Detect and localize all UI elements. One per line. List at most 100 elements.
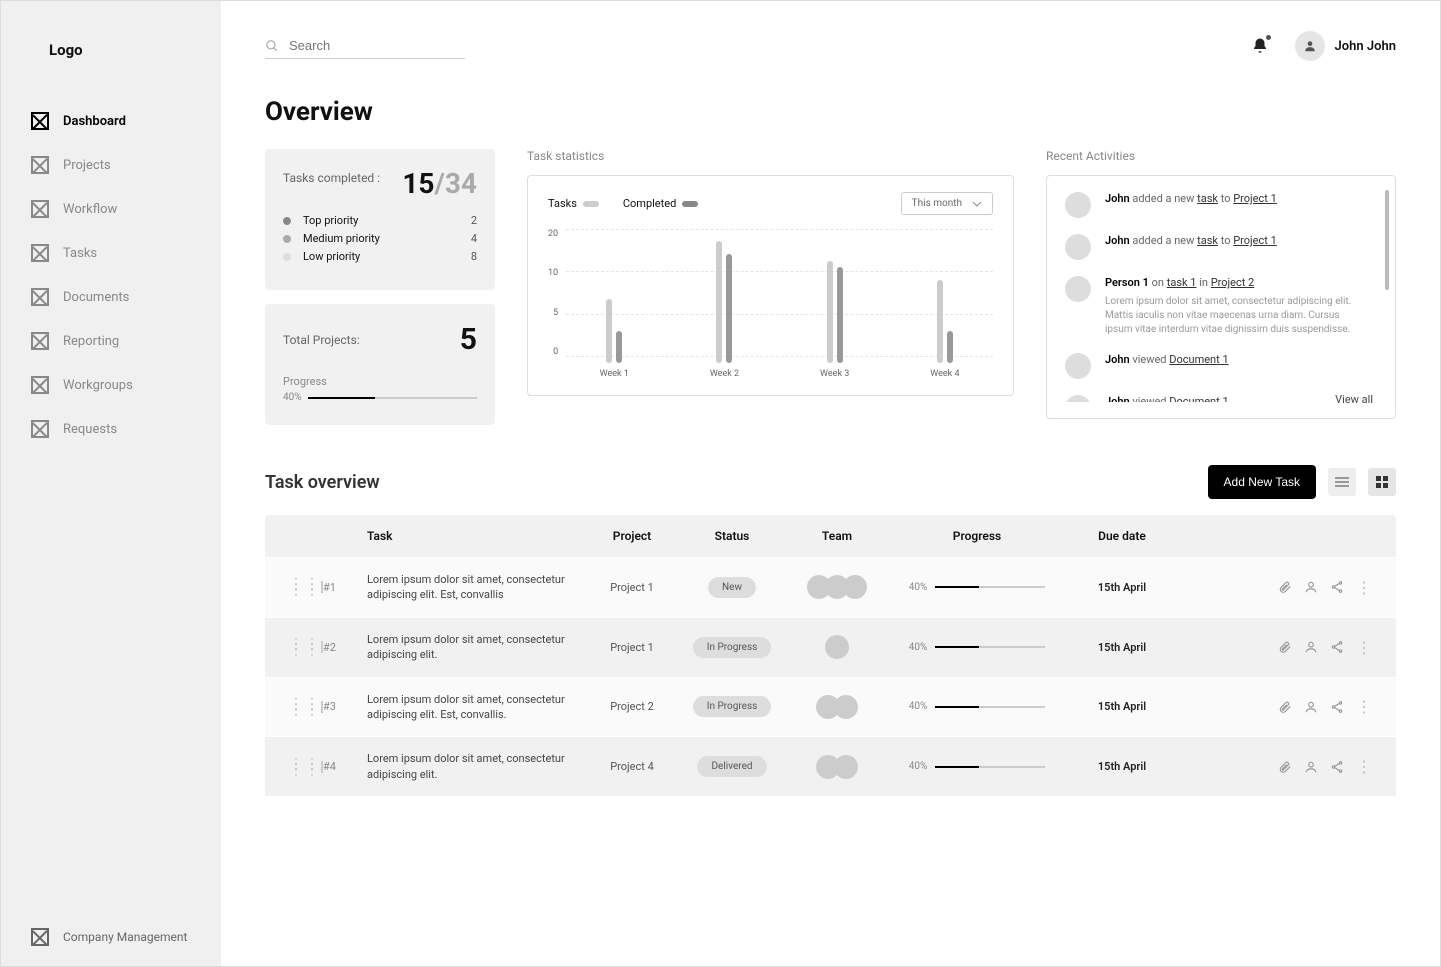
bell-icon (1251, 37, 1269, 55)
status-badge: New (708, 577, 756, 598)
user-icon[interactable] (1304, 700, 1318, 714)
status-badge: Delivered (697, 756, 766, 777)
nav-label: Requests (63, 422, 117, 437)
logo: Logo (1, 41, 221, 99)
activity-avatar (1065, 395, 1091, 402)
company-icon (31, 928, 49, 946)
grid-view-toggle[interactable] (1368, 468, 1396, 496)
notification-dot (1266, 35, 1271, 40)
table-row[interactable]: ⋮⋮⋮⋮#1Lorem ipsum dolor sit amet, consec… (265, 557, 1396, 617)
activity-item: John viewed Document 1 (1065, 353, 1365, 379)
more-icon[interactable]: ⋮ (1356, 638, 1372, 657)
more-icon[interactable]: ⋮ (1356, 757, 1372, 776)
bar-group: Week 2 (676, 235, 772, 379)
total-projects-card: Total Projects: 5 Progress 40% (265, 304, 495, 425)
sidebar-item-documents[interactable]: Documents (31, 275, 191, 319)
drag-handle[interactable]: ⋮⋮⋮⋮ (289, 581, 323, 593)
search[interactable] (265, 34, 465, 59)
more-icon[interactable]: ⋮ (1356, 578, 1372, 597)
nav-icon (31, 156, 49, 174)
user-icon[interactable] (1304, 760, 1318, 774)
stats-title: Task statistics (527, 149, 1014, 163)
user-icon[interactable] (1304, 580, 1318, 594)
nav-label: Workgroups (63, 378, 133, 393)
list-icon (1335, 477, 1349, 487)
tasks-completed-label: Tasks completed : (283, 171, 380, 185)
sidebar-item-dashboard[interactable]: Dashboard (31, 99, 191, 143)
attachment-icon[interactable] (1278, 640, 1292, 654)
share-icon[interactable] (1330, 640, 1344, 654)
sidebar-item-workgroups[interactable]: Workgroups (31, 363, 191, 407)
share-icon[interactable] (1330, 700, 1344, 714)
table-row[interactable]: ⋮⋮⋮⋮#3Lorem ipsum dolor sit amet, consec… (265, 677, 1396, 737)
list-view-toggle[interactable] (1328, 468, 1356, 496)
task-id: #3 (323, 700, 367, 713)
attachment-icon[interactable] (1278, 580, 1292, 594)
topbar: John John (265, 31, 1396, 61)
bar-group: Week 4 (897, 235, 993, 379)
view-all-link[interactable]: View all (1335, 393, 1373, 406)
attachment-icon[interactable] (1278, 700, 1292, 714)
user-name: John John (1335, 39, 1396, 54)
team-avatar (843, 575, 867, 599)
drag-handle[interactable]: ⋮⋮⋮⋮ (289, 701, 323, 713)
tasks-completed-card: Tasks completed : 15/34 Top priority2Med… (265, 149, 495, 290)
due-date: 15th April (1067, 700, 1177, 713)
task-name: Lorem ipsum dolor sit amet, consectetur … (367, 632, 587, 663)
task-id: #1 (323, 581, 367, 594)
progress-bar (935, 706, 1045, 708)
sidebar-item-tasks[interactable]: Tasks (31, 231, 191, 275)
priority-dot (283, 235, 291, 243)
search-input[interactable] (289, 38, 465, 53)
priority-row: Low priority8 (283, 250, 477, 263)
avatar (1295, 31, 1325, 61)
period-select[interactable]: This month (901, 192, 993, 215)
task-project: Project 4 (587, 760, 677, 773)
progress-bar (935, 586, 1045, 588)
more-icon[interactable]: ⋮ (1356, 697, 1372, 716)
drag-handle[interactable]: ⋮⋮⋮⋮ (289, 761, 323, 773)
total-projects-value: 5 (460, 322, 477, 357)
nav-icon (31, 376, 49, 394)
task-name: Lorem ipsum dolor sit amet, consectetur … (367, 692, 587, 723)
task-name: Lorem ipsum dolor sit amet, consectetur … (367, 572, 587, 603)
nav-icon (31, 112, 49, 130)
priority-dot (283, 217, 291, 225)
user-icon[interactable] (1304, 640, 1318, 654)
nav-label: Dashboard (63, 114, 126, 129)
drag-handle[interactable]: ⋮⋮⋮⋮ (289, 641, 323, 653)
search-icon (265, 38, 279, 54)
status-badge: In Progress (693, 696, 772, 717)
company-label: Company Management (63, 930, 187, 944)
user-menu[interactable]: John John (1295, 31, 1396, 61)
sidebar-item-workflow[interactable]: Workflow (31, 187, 191, 231)
share-icon[interactable] (1330, 760, 1344, 774)
add-task-button[interactable]: Add New Task (1208, 465, 1316, 499)
notifications-button[interactable] (1251, 37, 1269, 55)
table-row[interactable]: ⋮⋮⋮⋮#4Lorem ipsum dolor sit amet, consec… (265, 736, 1396, 796)
priority-row: Top priority2 (283, 214, 477, 227)
share-icon[interactable] (1330, 580, 1344, 594)
scrollbar[interactable] (1385, 190, 1389, 290)
sidebar-item-requests[interactable]: Requests (31, 407, 191, 451)
attachment-icon[interactable] (1278, 760, 1292, 774)
task-project: Project 1 (587, 581, 677, 594)
user-area: John John (1251, 31, 1396, 61)
task-id: #4 (323, 760, 367, 773)
grid-icon (1376, 476, 1388, 488)
due-date: 15th April (1067, 581, 1177, 594)
company-link[interactable]: Company Management (1, 928, 221, 946)
sidebar: Logo Dashboard ProjectsWorkflowTasks Docum… (1, 1, 221, 966)
chevron-down-icon (972, 201, 982, 207)
sidebar-item-reporting[interactable]: Reporting (31, 319, 191, 363)
sidebar-item-projects[interactable]: Projects (31, 143, 191, 187)
progress-bar (935, 646, 1045, 648)
nav-label: Documents (63, 290, 129, 305)
activity-item: John viewed Document 1 (1065, 395, 1365, 402)
task-project: Project 2 (587, 700, 677, 713)
table-row[interactable]: ⋮⋮⋮⋮#2Lorem ipsum dolor sit amet, consec… (265, 617, 1396, 677)
nav-icon (31, 200, 49, 218)
team-avatar (825, 635, 849, 659)
due-date: 15th April (1067, 641, 1177, 654)
progress-label: Progress (283, 375, 477, 388)
